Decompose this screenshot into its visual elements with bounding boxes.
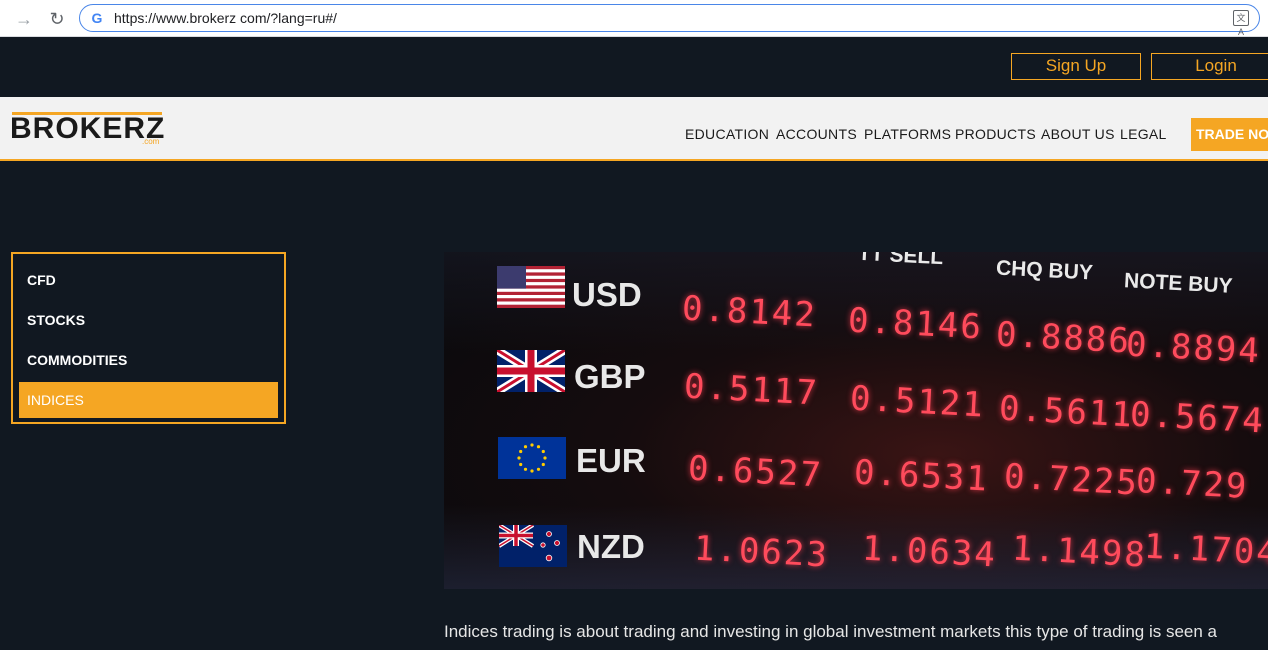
eu-flag-icon — [498, 437, 566, 479]
sidebar-item-commodities[interactable]: COMMODITIES — [19, 342, 278, 378]
account-bar: Sign Up Login — [0, 37, 1268, 97]
trade-now-button[interactable]: TRADE NOW — [1191, 118, 1268, 151]
rate-nzd-4: 1.1704 — [1143, 526, 1268, 574]
login-button[interactable]: Login — [1151, 53, 1268, 80]
translate-icon[interactable]: 文A — [1233, 10, 1249, 37]
uk-flag-icon — [497, 350, 565, 392]
nav-accounts[interactable]: ACCOUNTS — [776, 126, 857, 142]
nav-education[interactable]: EDUCATION — [685, 126, 769, 142]
column-header-chq-buy: CHQ BUY — [995, 256, 1094, 285]
sign-up-button[interactable]: Sign Up — [1011, 53, 1141, 80]
rate-eur-4: 0.729 — [1135, 461, 1250, 507]
rate-nzd-2: 1.0634 — [861, 528, 998, 576]
nav-platforms[interactable]: PLATFORMS — [864, 126, 951, 142]
rate-usd-1: 0.8142 — [681, 288, 818, 336]
product-sidebar: CFD STOCKS COMMODITIES INDICES — [11, 252, 286, 424]
reload-icon[interactable]: ↻ — [47, 9, 67, 29]
rate-usd-3: 0.8886 — [995, 314, 1132, 362]
rate-nzd-3: 1.1498 — [1011, 528, 1148, 576]
indices-intro-text: Indices trading is about trading and inv… — [444, 622, 1217, 641]
sidebar-item-cfd[interactable]: CFD — [19, 262, 278, 298]
site-header: BROKERZ .com EDUCATION ACCOUNTS PLATFORM… — [0, 97, 1268, 161]
rate-eur-2: 0.6531 — [853, 452, 990, 500]
url-text[interactable]: https://www.brokerz com/?lang=ru#/ — [114, 10, 337, 26]
rate-gbp-3: 0.5611 — [998, 388, 1135, 436]
sidebar-item-stocks[interactable]: STOCKS — [19, 302, 278, 338]
column-header-tt-sell: TT SELL — [857, 252, 944, 270]
address-bar[interactable]: G https://www.brokerz com/?lang=ru#/ 文A — [79, 4, 1260, 37]
brokerz-logo[interactable]: BROKERZ .com — [10, 112, 170, 148]
rate-gbp-2: 0.5121 — [849, 378, 986, 426]
us-flag-icon — [497, 266, 565, 308]
currency-code-usd: USD — [572, 276, 642, 313]
rate-gbp-1: 0.5117 — [683, 366, 820, 414]
rate-eur-1: 0.6527 — [687, 448, 824, 496]
forward-arrow-icon[interactable]: → — [14, 9, 34, 29]
nav-legal[interactable]: LEGAL — [1120, 126, 1167, 142]
sidebar-item-indices[interactable]: INDICES — [19, 382, 278, 418]
currency-code-nzd: NZD — [577, 528, 645, 565]
rate-gbp-4: 0.5674 — [1129, 394, 1266, 442]
column-header-note-buy: NOTE BUY — [1123, 269, 1234, 298]
rate-usd-4: 0.8894 — [1125, 324, 1262, 372]
nz-flag-icon — [499, 525, 567, 567]
google-icon: G — [91, 10, 103, 26]
logo-suffix: .com — [142, 137, 160, 146]
browser-toolbar: → ↻ G https://www.brokerz com/?lang=ru#/… — [0, 0, 1268, 37]
rate-eur-3: 0.7225 — [1003, 456, 1140, 504]
currency-code-gbp: GBP — [574, 358, 646, 395]
nav-products[interactable]: PRODUCTS — [955, 126, 1036, 142]
currency-code-eur: EUR — [576, 442, 646, 479]
rate-usd-2: 0.8146 — [847, 300, 984, 348]
rate-nzd-1: 1.0623 — [693, 528, 830, 576]
currency-rate-board-image: TT SELL CHQ BUY NOTE BUY USD 0.8142 0.81… — [444, 252, 1268, 589]
nav-about-us[interactable]: ABOUT US — [1041, 126, 1115, 142]
